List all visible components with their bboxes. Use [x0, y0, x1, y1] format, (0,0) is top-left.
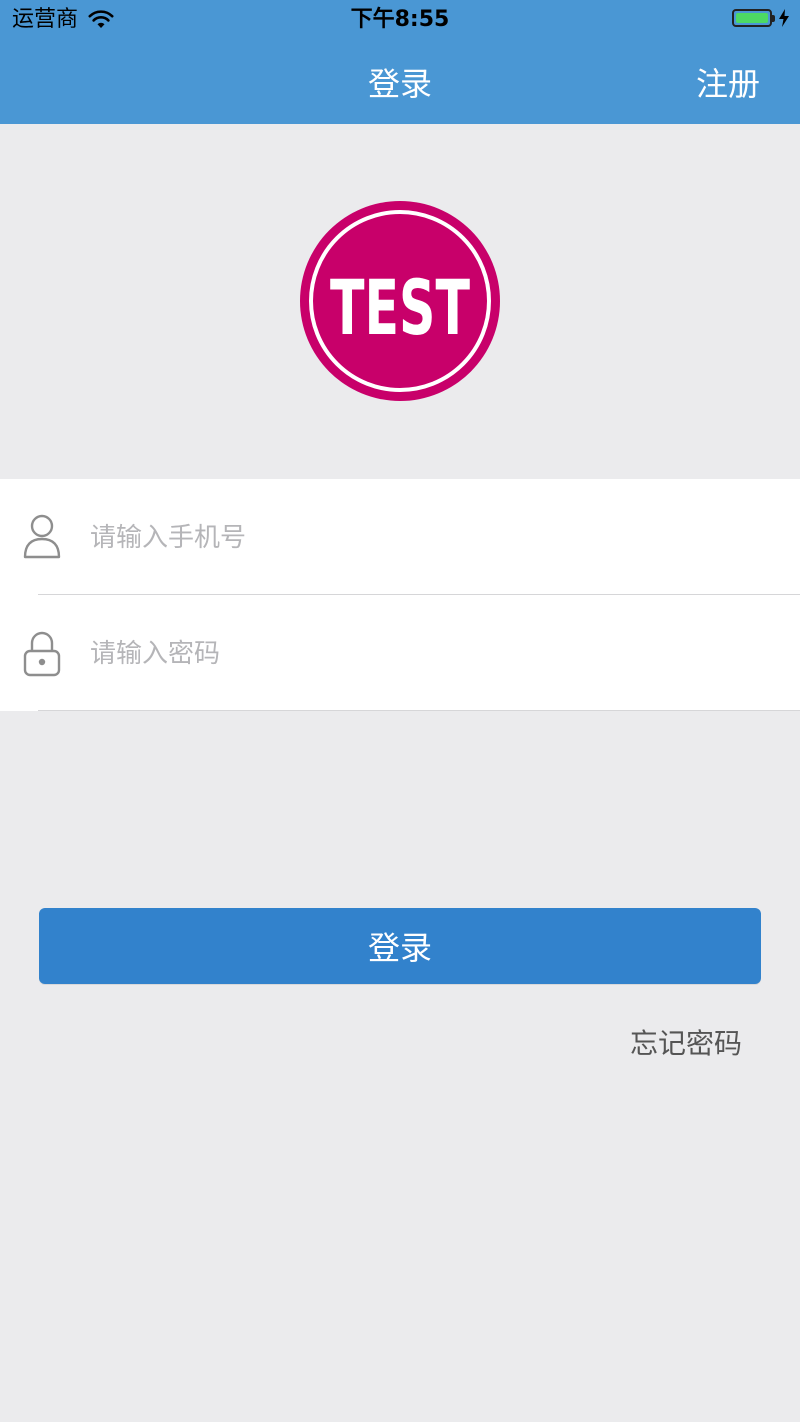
form-bottom-divider: [38, 710, 800, 711]
page-title: 登录: [367, 65, 432, 103]
lock-icon: [23, 631, 61, 677]
phone-row: [0, 479, 800, 595]
login-button[interactable]: 登录: [39, 908, 761, 984]
login-form: [0, 479, 800, 711]
login-screen: 运营商 下午8:55 登录 注册 TEST 请输入手机号 登录 忘记密码: [0, 0, 800, 1422]
battery-indicator: [732, 9, 790, 27]
register-button[interactable]: 注册: [696, 40, 760, 124]
password-row: [0, 595, 800, 711]
user-icon: [23, 514, 61, 559]
test-logo: TEST: [300, 201, 500, 401]
logo-text: TEST: [330, 263, 470, 352]
phone-input[interactable]: [88, 517, 780, 559]
top-bar: 运营商 下午8:55 登录 注册: [0, 0, 800, 124]
status-bar: 运营商 下午8:55: [0, 0, 800, 40]
battery-icon: [732, 9, 775, 27]
navigation-bar: 登录 注册: [0, 40, 800, 124]
forgot-password-link[interactable]: 忘记密码: [630, 1022, 742, 1062]
charging-bolt-icon: [779, 9, 789, 27]
password-input[interactable]: [88, 633, 780, 675]
status-time: 下午8:55: [350, 7, 450, 32]
